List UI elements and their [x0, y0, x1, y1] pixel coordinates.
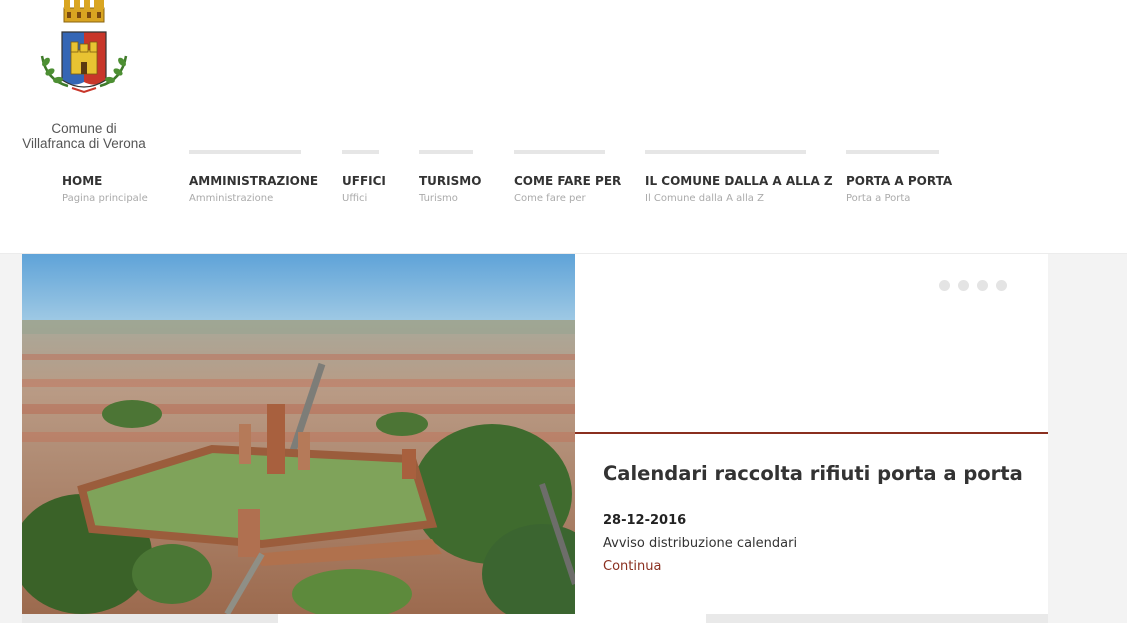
accent-divider — [575, 432, 1048, 434]
slider-pagination — [939, 276, 1015, 295]
continue-link[interactable]: Continua — [603, 559, 661, 574]
coat-of-arms-icon — [40, 0, 128, 94]
nav-hover-bar — [342, 150, 379, 154]
logo-line-1: Comune di — [51, 121, 117, 136]
slider-dot[interactable] — [939, 280, 950, 291]
logo-line-2: Villafranca di Verona — [22, 136, 146, 151]
nav-label: PORTA A PORTA — [846, 174, 953, 188]
nav-sub-label: Come fare per — [514, 193, 586, 204]
slider-dot[interactable] — [977, 280, 988, 291]
nav-sub-label: Uffici — [342, 193, 368, 204]
slider-dot[interactable] — [996, 280, 1007, 291]
nav-sub-label: Il Comune dalla A alla Z — [645, 193, 764, 204]
nav-label: HOME — [62, 174, 103, 188]
nav-label: AMMINISTRAZIONE — [189, 174, 319, 188]
news-date: 28-12-2016 — [603, 513, 687, 528]
logo-text: Comune di Villafranca di Verona — [20, 121, 148, 151]
nav-sub-label: Porta a Porta — [846, 193, 911, 204]
slider-dot[interactable] — [958, 280, 969, 291]
bottom-card-middle — [278, 614, 706, 623]
nav-sub-label: Amministrazione — [189, 193, 274, 204]
nav-label: TURISMO — [419, 174, 482, 188]
nav-sub-label: Pagina principale — [62, 193, 148, 204]
nav-hover-bar — [189, 150, 301, 154]
nav-label: UFFICI — [342, 174, 386, 188]
main-nav: HOME Pagina principale AMMINISTRAZIONE A… — [0, 150, 1127, 210]
slider-image[interactable] — [22, 254, 575, 614]
aerial-town-photo — [22, 254, 575, 614]
nav-hover-bar — [514, 150, 605, 154]
news-title[interactable]: Calendari raccolta rifiuti porta a porta — [603, 462, 1023, 485]
nav-hover-bar — [645, 150, 806, 154]
bottom-card-left — [22, 614, 278, 623]
news-panel: Calendari raccolta rifiuti porta a porta… — [575, 254, 1048, 614]
nav-label: IL COMUNE DALLA A ALLA Z — [645, 174, 833, 188]
nav-hover-bar — [419, 150, 473, 154]
bottom-card-right — [706, 614, 1048, 623]
nav-sub-label: Turismo — [419, 193, 458, 204]
nav-hover-bar — [846, 150, 939, 154]
site-header: Comune di Villafranca di Verona HOME Pag… — [0, 0, 1127, 254]
news-description: Avviso distribuzione calendari — [603, 536, 798, 551]
nav-label: COME FARE PER — [514, 174, 622, 188]
municipal-logo[interactable]: Comune di Villafranca di Verona — [20, 0, 150, 155]
